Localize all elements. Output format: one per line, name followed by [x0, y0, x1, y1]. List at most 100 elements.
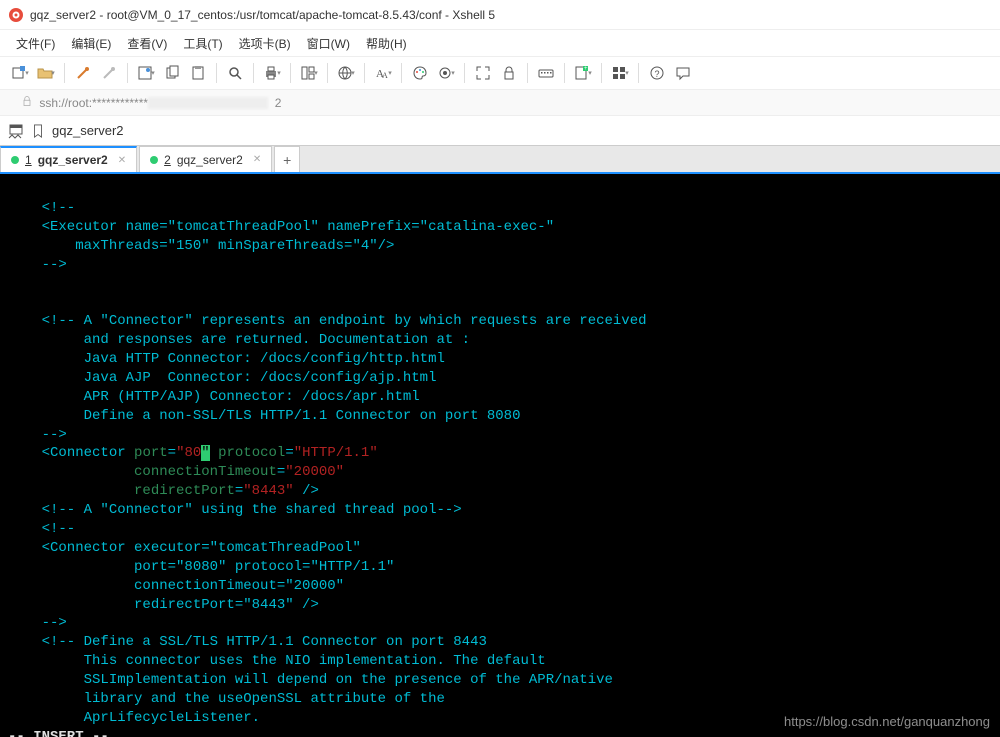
highlight-icon[interactable]: ▾	[434, 61, 458, 85]
tab-close-icon[interactable]: ✕	[253, 154, 261, 165]
menu-view[interactable]: 查看(V)	[119, 32, 175, 55]
window-title: gqz_server2 - root@VM_0_17_centos:/usr/t…	[30, 8, 495, 22]
open-icon[interactable]: ▾	[34, 61, 58, 85]
term-text: =	[235, 483, 243, 499]
help-icon[interactable]: ?	[645, 61, 669, 85]
tab-bar: 1 gqz_server2 ✕ 2 gqz_server2 ✕ +	[0, 146, 1000, 174]
menu-tabs[interactable]: 选项卡(B)	[231, 32, 299, 55]
tab-label: gqz_server2	[38, 153, 108, 167]
toolbar-separator	[290, 63, 291, 83]
toolbar-separator	[601, 63, 602, 83]
lock-icon[interactable]	[497, 61, 521, 85]
session-manager-icon[interactable]	[8, 123, 24, 139]
term-line: APR (HTTP/AJP) Connector: /docs/apr.html	[8, 389, 420, 405]
toolbar-separator	[464, 63, 465, 83]
find-icon[interactable]	[223, 61, 247, 85]
new-session-icon[interactable]: ▾	[8, 61, 32, 85]
term-line: <!--	[8, 521, 75, 537]
term-text	[8, 483, 134, 499]
toolbar-separator	[327, 63, 328, 83]
menu-edit[interactable]: 编辑(E)	[63, 32, 119, 55]
toolbar-separator	[127, 63, 128, 83]
term-line: Java HTTP Connector: /docs/config/http.h…	[8, 351, 445, 367]
toolbar-separator	[564, 63, 565, 83]
term-text: =	[285, 445, 293, 461]
term-text	[126, 445, 134, 461]
term-text: "20000"	[285, 464, 344, 480]
term-text: connectionTimeout	[134, 464, 277, 480]
feedback-icon[interactable]	[671, 61, 695, 85]
tab-add-button[interactable]: +	[274, 146, 300, 172]
copy-icon[interactable]	[160, 61, 184, 85]
term-text: "8443"	[243, 483, 293, 499]
address-bar[interactable]: ssh://root:************ 2	[0, 90, 1000, 116]
svg-text:?: ?	[655, 69, 660, 79]
address-blurred	[148, 97, 268, 109]
term-text	[8, 464, 134, 480]
print-icon[interactable]: ▾	[260, 61, 284, 85]
toolbar-separator	[364, 63, 365, 83]
term-text	[210, 445, 218, 461]
term-line: <!--	[8, 200, 75, 216]
address-text-suffix: 2	[268, 96, 281, 110]
term-text: redirectPort	[134, 483, 235, 499]
protocol-lock-icon	[8, 81, 33, 124]
tab-session-1[interactable]: 1 gqz_server2 ✕	[0, 146, 137, 172]
disconnect-icon[interactable]	[97, 61, 121, 85]
session-bar: gqz_server2	[0, 116, 1000, 146]
reconnect-icon[interactable]	[71, 61, 95, 85]
term-text: />	[294, 483, 319, 499]
menu-bar: 文件(F) 编辑(E) 查看(V) 工具(T) 选项卡(B) 窗口(W) 帮助(…	[0, 30, 1000, 56]
color-scheme-icon[interactable]	[408, 61, 432, 85]
menu-file[interactable]: 文件(F)	[8, 32, 63, 55]
toolbar-separator	[253, 63, 254, 83]
toolbar-separator	[216, 63, 217, 83]
tab-label: gqz_server2	[177, 153, 243, 167]
tab-number: 1	[25, 153, 32, 167]
toolbar-separator	[527, 63, 528, 83]
toolbar-separator	[638, 63, 639, 83]
term-line: redirectPort="8443" />	[8, 597, 319, 613]
keyboard-icon[interactable]	[534, 61, 558, 85]
term-line: Java AJP Connector: /docs/config/ajp.htm…	[8, 370, 436, 386]
term-line: library and the useOpenSSL attribute of …	[8, 691, 445, 707]
term-text: Connector	[50, 445, 126, 461]
terminal-cursor: "	[201, 445, 209, 461]
vim-mode-status: -- INSERT --	[8, 729, 109, 737]
term-line: port="8080" protocol="HTTP/1.1"	[8, 559, 394, 575]
term-line: -->	[8, 615, 67, 631]
session-name: gqz_server2	[52, 123, 124, 138]
font-icon[interactable]: AA▾	[371, 61, 395, 85]
tile-icon[interactable]: ▾	[608, 61, 632, 85]
term-line: <Connector executor="tomcatThreadPool"	[8, 540, 361, 556]
tab-number: 2	[164, 153, 171, 167]
term-line: <Executor name="tomcatThreadPool" namePr…	[8, 219, 554, 235]
term-line: Define a non-SSL/TLS HTTP/1.1 Connector …	[8, 408, 520, 424]
menu-tools[interactable]: 工具(T)	[175, 32, 230, 55]
term-line: <!-- A "Connector" represents an endpoin…	[8, 313, 647, 329]
address-text-prefix: ssh://root:************	[39, 96, 148, 110]
menu-help[interactable]: 帮助(H)	[358, 32, 415, 55]
status-dot-icon	[11, 156, 19, 164]
layout-icon[interactable]: ▾	[297, 61, 321, 85]
toolbar-separator	[401, 63, 402, 83]
encoding-icon[interactable]: ▾	[334, 61, 358, 85]
term-line: -->	[8, 257, 67, 273]
tab-close-icon[interactable]: ✕	[118, 155, 126, 166]
term-line: -->	[8, 427, 67, 443]
new-file-transfer-icon[interactable]: +▾	[571, 61, 595, 85]
toolbar: ▾ ▾ ▾ ▾ ▾ ▾ AA▾ ▾ +▾ ▾ ?	[0, 56, 1000, 90]
term-text: <	[8, 445, 50, 461]
toolbar-separator	[64, 63, 65, 83]
watermark-text: https://blog.csdn.net/ganquanzhong	[784, 714, 990, 729]
paste-icon[interactable]	[186, 61, 210, 85]
bookmark-icon[interactable]	[30, 123, 46, 139]
tab-session-2[interactable]: 2 gqz_server2 ✕	[139, 146, 272, 172]
app-icon	[8, 7, 24, 23]
menu-window[interactable]: 窗口(W)	[299, 32, 358, 55]
properties-icon[interactable]: ▾	[134, 61, 158, 85]
term-text: port	[134, 445, 168, 461]
fullscreen-icon[interactable]	[471, 61, 495, 85]
term-text: =	[168, 445, 176, 461]
terminal-pane[interactable]: <!-- <Executor name="tomcatThreadPool" n…	[0, 174, 1000, 737]
